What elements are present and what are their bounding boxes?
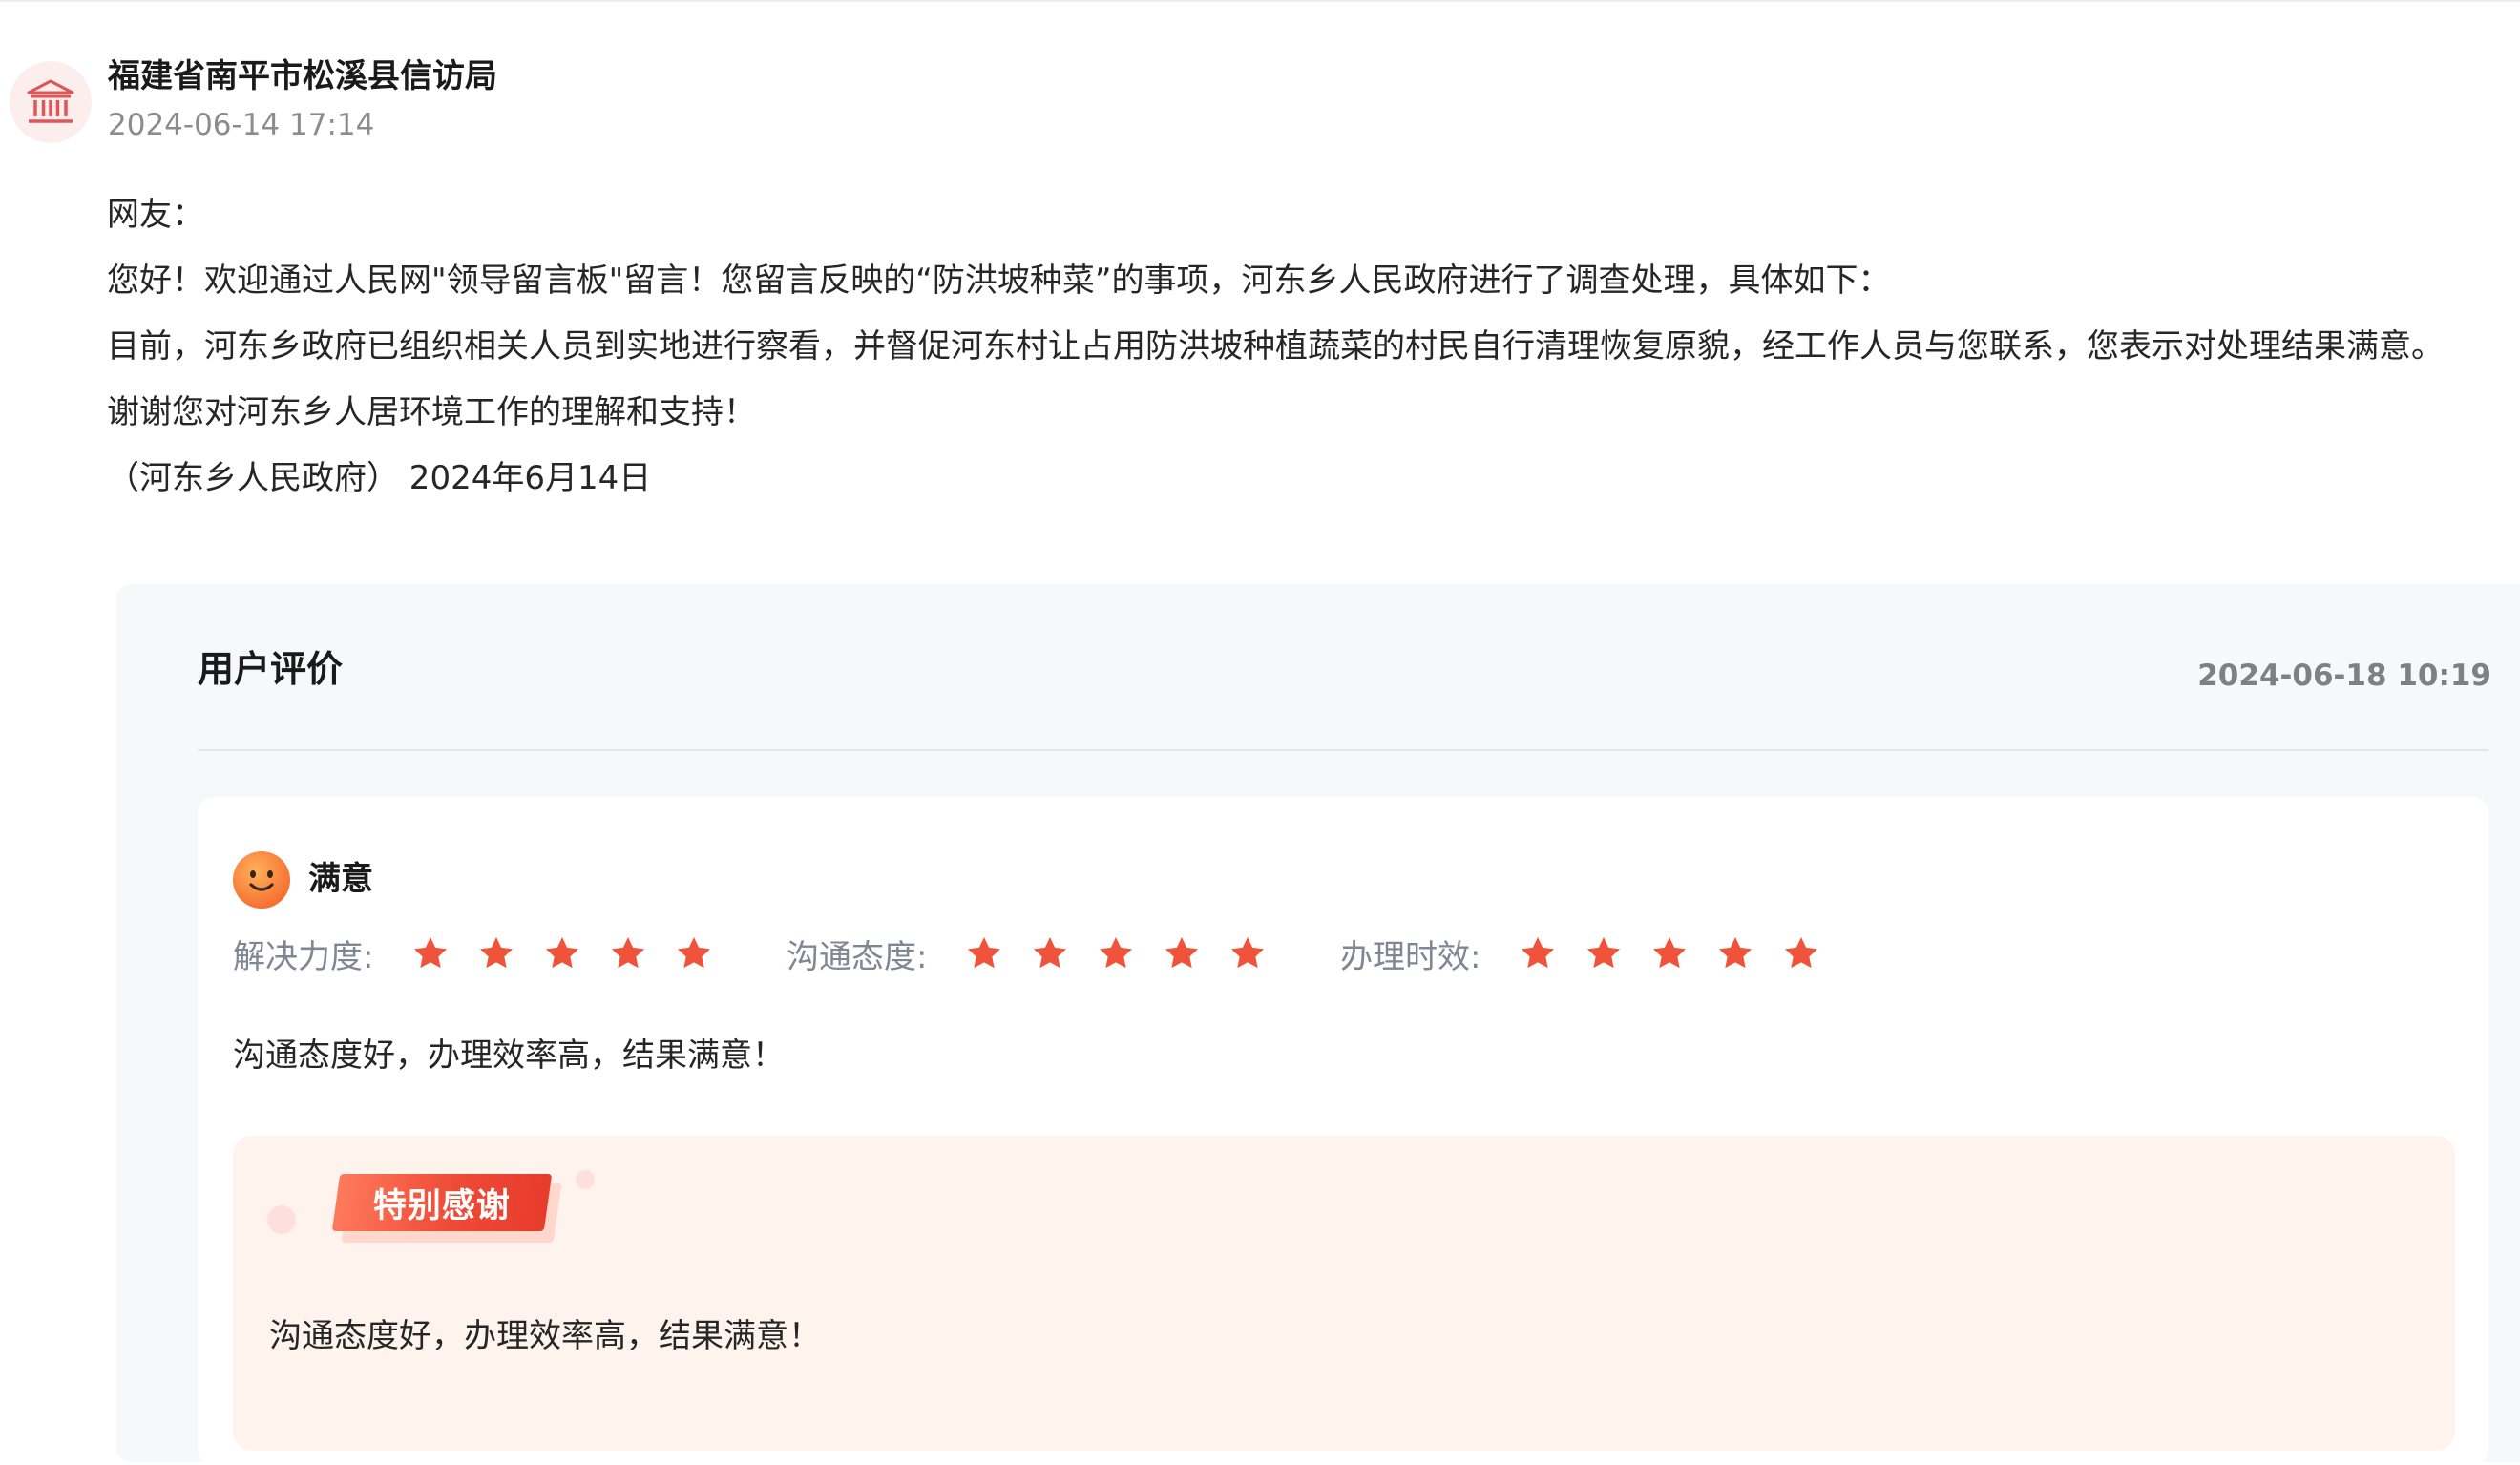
review-date: 2024-06-18 10:19 [2197, 659, 2491, 693]
star-icon [1719, 937, 1752, 969]
reply-timestamp: 2024-06-14 17:14 [108, 108, 375, 142]
star-icon [1653, 937, 1686, 969]
rating-communication: 沟通态度: [787, 929, 1294, 978]
star-icon [1785, 937, 1817, 969]
star-icon [480, 937, 513, 969]
star-icon [1522, 937, 1554, 969]
org-avatar [10, 61, 92, 143]
rating-label: 解决力度: [233, 937, 374, 976]
review-title: 用户评价 [198, 648, 344, 690]
government-building-icon [27, 79, 74, 123]
star-icon [1100, 937, 1132, 969]
reply-greeting: 网友： [107, 196, 204, 234]
special-thanks-box [233, 1136, 2455, 1451]
star-rating [1519, 934, 1848, 973]
star-icon [968, 937, 1000, 969]
rating-label: 沟通态度: [787, 937, 928, 976]
review-divider [198, 749, 2488, 751]
reply-paragraph: 谢谢您对河东乡人居环境工作的理解和支持！ [107, 393, 756, 431]
rating-resolution: 解决力度: [233, 929, 741, 978]
top-divider [0, 0, 2520, 2]
star-icon [1231, 937, 1264, 969]
decorative-dot [267, 1205, 296, 1234]
star-icon [678, 937, 710, 969]
special-thanks-label: 特别感谢 [372, 1186, 511, 1225]
rating-label: 办理时效: [1340, 937, 1481, 976]
reply-paragraph: 您好！欢迎通过人民网"领导留言板"留言！您留言反映的“防洪坡种菜”的事项，河东乡… [107, 262, 1891, 300]
reply-paragraph: 目前，河东乡政府已组织相关人员到实地进行察看，并督促河东村让占用防洪坡种植蔬菜的… [107, 327, 2444, 366]
special-thanks-text: 沟通态度好，办理效率高，结果满意！ [269, 1317, 821, 1355]
satisfaction-level: 满意 [308, 860, 373, 898]
star-icon [612, 937, 644, 969]
star-icon [1034, 937, 1066, 969]
smiley-face-icon [233, 851, 290, 909]
decorative-dot [576, 1170, 595, 1189]
review-comment: 沟通态度好，办理效率高，结果满意！ [233, 1036, 785, 1075]
reply-body: 网友： 您好！欢迎通过人民网"领导留言板"留言！您留言反映的“防洪坡种菜”的事项… [107, 189, 2444, 518]
star-icon [1166, 937, 1198, 969]
org-name: 福建省南平市松溪县信访局 [108, 57, 497, 95]
star-icon [1587, 937, 1620, 969]
rating-timeliness: 办理时效: [1340, 929, 1848, 978]
special-thanks-badge: 特别感谢 [331, 1174, 553, 1231]
star-rating [965, 934, 1294, 973]
star-icon [546, 937, 578, 969]
star-icon [414, 937, 447, 969]
reply-signature: （河东乡人民政府） 2024年6月14日 [107, 459, 652, 497]
star-rating [411, 934, 741, 973]
